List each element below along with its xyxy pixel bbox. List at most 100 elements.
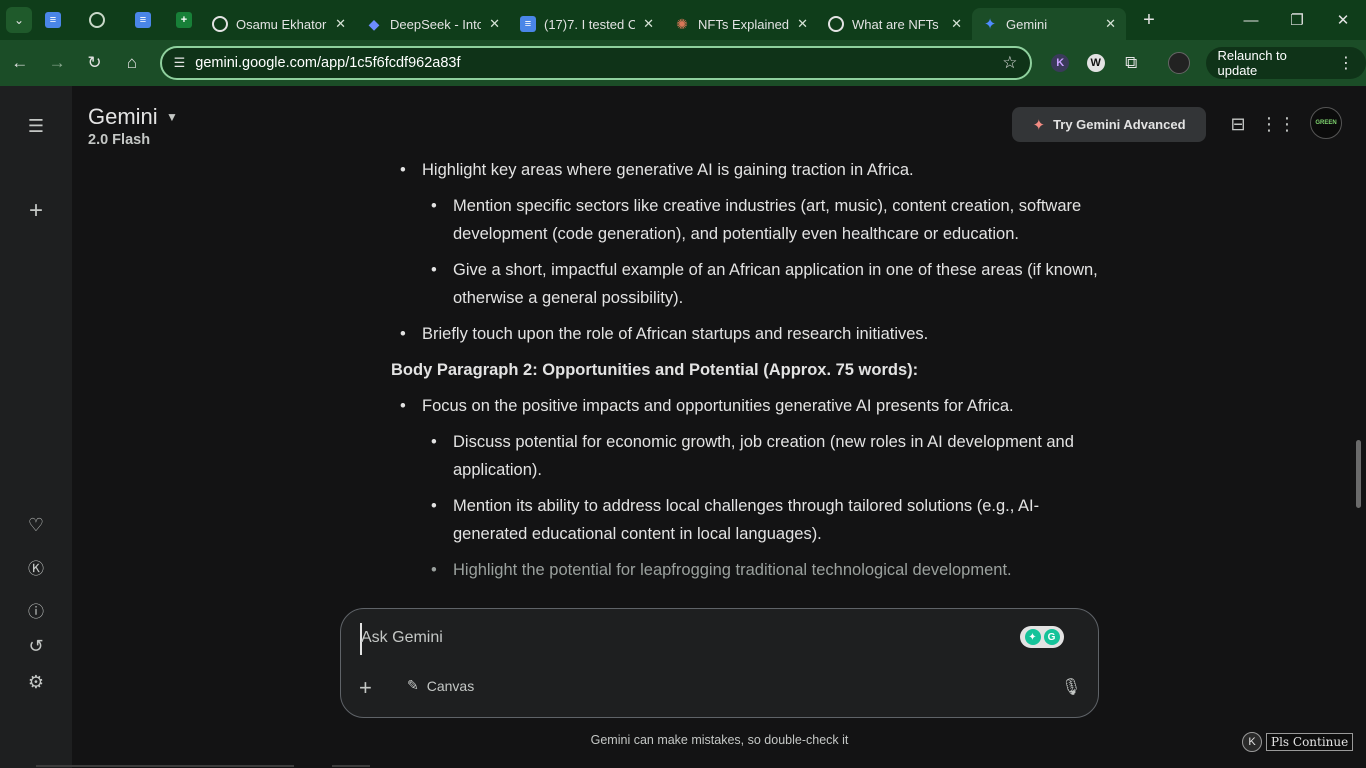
tab-title: NFTs Explained xyxy=(698,16,790,32)
address-bar[interactable]: ☰ gemini.google.com/app/1c5f6fcdf962a83f… xyxy=(159,46,1032,80)
grammarly-sparkle-icon: ✦ xyxy=(1024,629,1041,645)
k-extension-icon: K xyxy=(1051,54,1070,72)
relaunch-label: Relaunch to update xyxy=(1217,48,1287,78)
tab-what-are-nfts[interactable]: What are NFTs ✕ xyxy=(818,8,972,40)
prompt-composer[interactable]: Ask Gemini ✦ G + ✎ Canvas 🎙 xyxy=(340,608,1099,718)
gemini-icon: ✦ xyxy=(983,16,997,33)
forward-button[interactable]: → xyxy=(39,45,74,81)
taskbar-line xyxy=(36,765,294,767)
list-item: Focus on the positive impacts and opport… xyxy=(380,392,1110,420)
model-label[interactable]: 2.0 Flash xyxy=(88,132,150,148)
more-vertical-icon[interactable]: ⋮ xyxy=(1338,53,1354,73)
home-button[interactable]: ⌂ xyxy=(114,45,149,81)
canvas-icon: ✎ xyxy=(407,677,419,693)
site-info-icon[interactable]: ☰ xyxy=(174,55,186,71)
tab-deepseek[interactable]: ◆ DeepSeek - Into ✕ xyxy=(356,8,510,40)
tab-nfts-explained[interactable]: ✺ NFTs Explained ✕ xyxy=(664,8,818,40)
extension-w[interactable]: W xyxy=(1081,48,1111,78)
close-window-icon[interactable]: ✕ xyxy=(1320,0,1366,40)
list-item: Discuss potential for economic growth, j… xyxy=(380,428,1110,484)
k-extension-icon[interactable]: Ⓚ xyxy=(24,555,48,579)
restore-icon[interactable]: ❐ xyxy=(1274,0,1320,40)
tab-title: Osamu Ekhator xyxy=(236,16,327,32)
canvas-label: Canvas xyxy=(426,677,475,694)
temporary-chat-icon[interactable]: ⊟ xyxy=(1226,112,1250,136)
pinned-tab-docs-2[interactable]: ≡ xyxy=(120,0,166,40)
taskbar-line xyxy=(332,765,370,767)
close-icon[interactable]: ✕ xyxy=(951,16,962,32)
tab-osamu[interactable]: Osamu Ekhator ✕ xyxy=(202,8,356,40)
tab-title: (17)7. I tested C xyxy=(544,16,636,32)
back-button[interactable]: ← xyxy=(2,45,37,81)
section-heading: Body Paragraph 2: Opportunities and Pote… xyxy=(391,361,919,379)
bookmark-star-icon[interactable]: ☆ xyxy=(1002,53,1017,73)
docs-icon: ≡ xyxy=(45,12,61,28)
pinned-tab-sheets[interactable]: + xyxy=(166,0,202,40)
globe-icon xyxy=(89,12,105,28)
sidebar: ☰ + ♡ Ⓚ ⓘ ↺ ⚙ xyxy=(0,86,72,768)
try-advanced-label: Try Gemini Advanced xyxy=(1053,117,1186,132)
close-icon[interactable]: ✕ xyxy=(489,16,500,32)
disclaimer-text: Gemini can make mistakes, so double-chec… xyxy=(590,733,849,747)
list-item: Mention its ability to address local cha… xyxy=(380,492,1110,548)
list-item: Briefly touch upon the role of African s… xyxy=(380,320,1110,348)
grammarly-widget[interactable]: ✦ G xyxy=(1020,626,1064,648)
microphone-icon[interactable]: 🎙 xyxy=(1061,677,1081,697)
minimize-icon[interactable]: — xyxy=(1228,0,1274,40)
window-controls: — ❐ ✕ xyxy=(1228,0,1366,40)
openai-icon xyxy=(212,16,228,32)
gem-manager-icon[interactable]: ♡ xyxy=(24,513,48,537)
new-chat-icon[interactable]: + xyxy=(24,197,48,224)
browser-tabstrip: ⌄ ≡ ≡ + Osamu Ekhator ✕ ◆ DeepSeek - Int… xyxy=(0,0,1366,40)
grammarly-g-icon: G xyxy=(1043,629,1060,645)
activity-icon[interactable]: ↺ xyxy=(24,634,48,658)
puzzle-icon: ⧉ xyxy=(1125,53,1138,72)
canvas-button[interactable]: ✎ Canvas xyxy=(407,677,474,694)
add-attachment-icon[interactable]: + xyxy=(359,675,372,701)
k-extension-icon[interactable]: K xyxy=(1242,732,1262,752)
caret-down-icon[interactable]: ▼ xyxy=(166,110,178,124)
response-content: Highlight key areas where generative AI … xyxy=(380,156,1110,606)
openai-icon xyxy=(828,16,844,32)
claude-icon: ✺ xyxy=(676,15,688,32)
menu-icon[interactable]: ☰ xyxy=(24,114,48,138)
browser-toolbar: ← → ↻ ⌂ ☰ gemini.google.com/app/1c5f6fcd… xyxy=(0,40,1366,86)
sparkle-icon: ✦ xyxy=(1032,116,1046,134)
w-extension-icon: W xyxy=(1086,54,1105,72)
tab-title: Gemini xyxy=(1006,16,1048,32)
settings-gear-icon[interactable]: ⚙ xyxy=(24,670,48,694)
list-item: Give a short, impactful example of an Af… xyxy=(380,256,1110,312)
profile-avatar-icon xyxy=(1167,52,1190,74)
list-item: Highlight key areas where generative AI … xyxy=(380,156,1110,184)
profile-button[interactable] xyxy=(1164,48,1194,78)
close-icon[interactable]: ✕ xyxy=(1105,16,1116,32)
new-tab-button[interactable]: + xyxy=(1134,9,1164,32)
try-advanced-button[interactable]: ✦ Try Gemini Advanced xyxy=(1012,107,1206,142)
url-text[interactable]: gemini.google.com/app/1c5f6fcdf962a83f xyxy=(195,55,1002,71)
close-icon[interactable]: ✕ xyxy=(797,16,808,32)
deepseek-icon: ◆ xyxy=(368,15,380,32)
tab-search-button[interactable]: ⌄ xyxy=(6,7,32,33)
apps-grid-icon[interactable]: ⋮⋮ xyxy=(1260,112,1296,136)
extension-k[interactable]: K xyxy=(1046,48,1076,78)
prompt-input[interactable]: Ask Gemini xyxy=(361,629,443,647)
tab-tested[interactable]: ≡ (17)7. I tested C ✕ xyxy=(510,8,664,40)
pinned-tab-globe[interactable] xyxy=(74,0,120,40)
pinned-tab-docs[interactable]: ≡ xyxy=(32,0,74,40)
reload-button[interactable]: ↻ xyxy=(77,45,112,81)
tab-title: What are NFTs xyxy=(852,16,939,32)
docs-icon: ≡ xyxy=(520,16,536,32)
list-item: Mention specific sectors like creative i… xyxy=(380,192,1110,248)
close-icon[interactable]: ✕ xyxy=(643,16,654,32)
scrollbar-thumb[interactable] xyxy=(1356,440,1361,508)
tab-title: DeepSeek - Into xyxy=(390,16,482,32)
docs-icon: ≡ xyxy=(135,12,151,28)
account-avatar[interactable]: GREEN xyxy=(1310,107,1342,139)
relaunch-button[interactable]: Relaunch to update ⋮ xyxy=(1205,47,1366,79)
help-icon[interactable]: ⓘ xyxy=(24,598,48,622)
pls-continue-button[interactable]: Pls Continue xyxy=(1266,733,1354,751)
extensions-button[interactable]: ⧉ xyxy=(1117,48,1147,78)
tab-gemini[interactable]: ✦ Gemini ✕ xyxy=(972,8,1126,40)
app-brand[interactable]: Gemini xyxy=(88,104,158,130)
close-icon[interactable]: ✕ xyxy=(335,16,346,32)
